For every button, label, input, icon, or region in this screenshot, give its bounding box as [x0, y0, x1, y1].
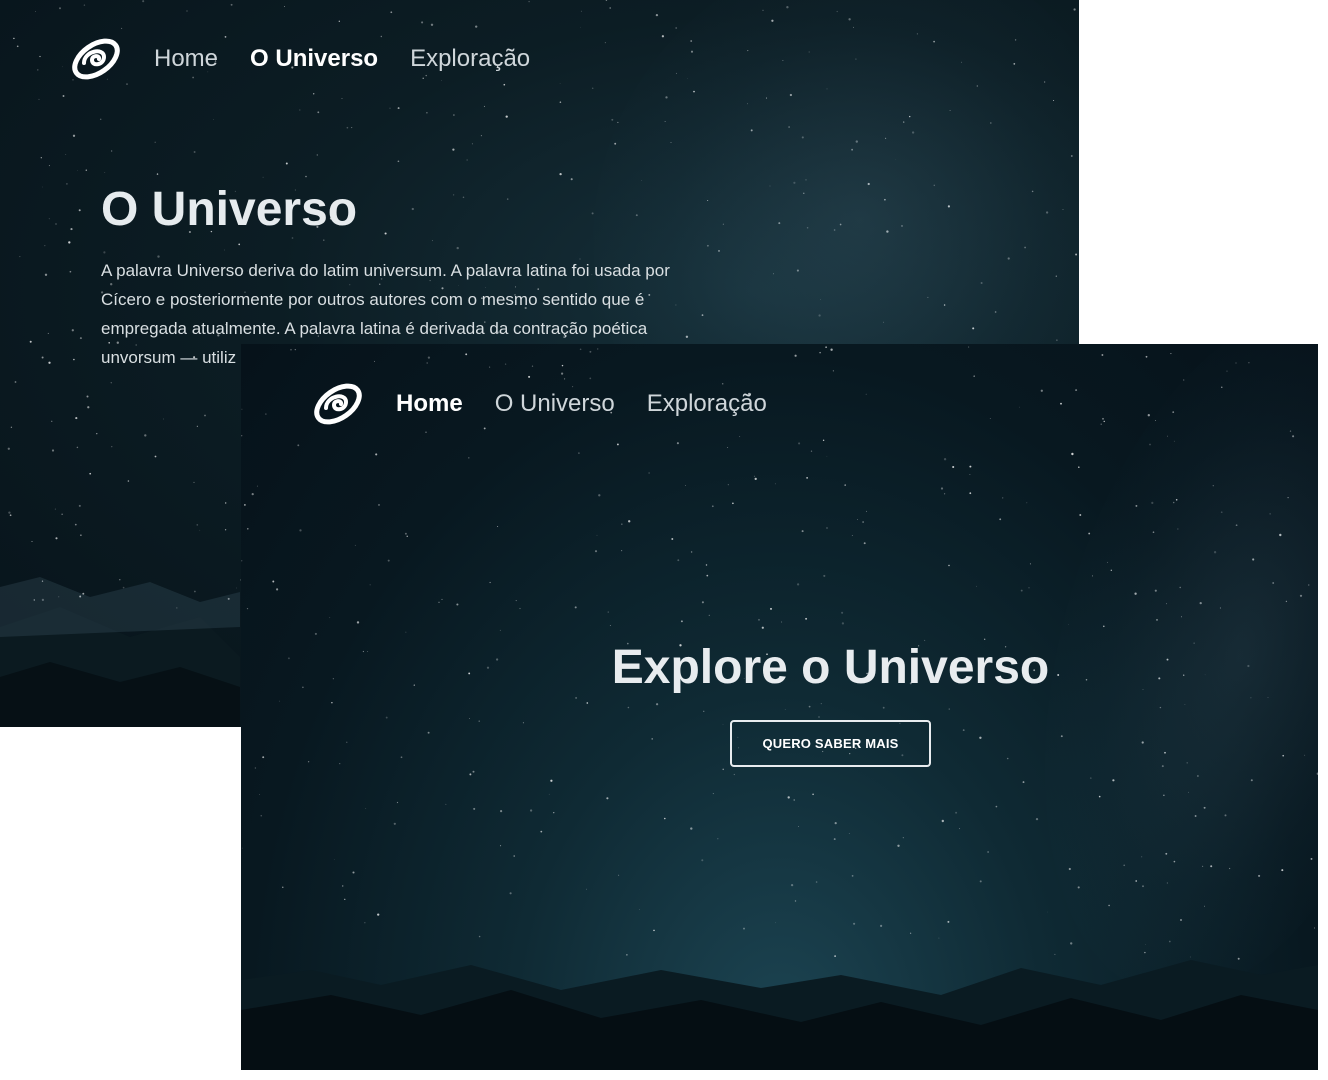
hero-title: Explore o Universo: [611, 641, 1050, 694]
spiral-logo-icon[interactable]: [312, 378, 364, 430]
nav-item-o-universo[interactable]: O Universo: [250, 45, 378, 73]
main-navigation: Home O Universo Exploração: [70, 33, 530, 85]
nav-item-home[interactable]: Home: [396, 390, 463, 418]
learn-more-button[interactable]: QUERO SABER MAIS: [730, 720, 931, 767]
nav-item-exploracao[interactable]: Exploração: [647, 390, 767, 418]
home-page-screenshot: Home O Universo Exploração Explore o Uni…: [241, 344, 1318, 1070]
hero-section: Explore o Universo QUERO SABER MAIS: [241, 640, 1318, 767]
main-navigation: Home O Universo Exploração: [312, 378, 767, 430]
mountain-silhouette-front: [241, 960, 1318, 1070]
spiral-logo-icon[interactable]: [70, 33, 122, 85]
nav-item-exploracao[interactable]: Exploração: [410, 45, 530, 73]
page-title: O Universo: [101, 183, 358, 236]
nav-item-home[interactable]: Home: [154, 45, 218, 73]
nav-item-o-universo[interactable]: O Universo: [495, 390, 615, 418]
